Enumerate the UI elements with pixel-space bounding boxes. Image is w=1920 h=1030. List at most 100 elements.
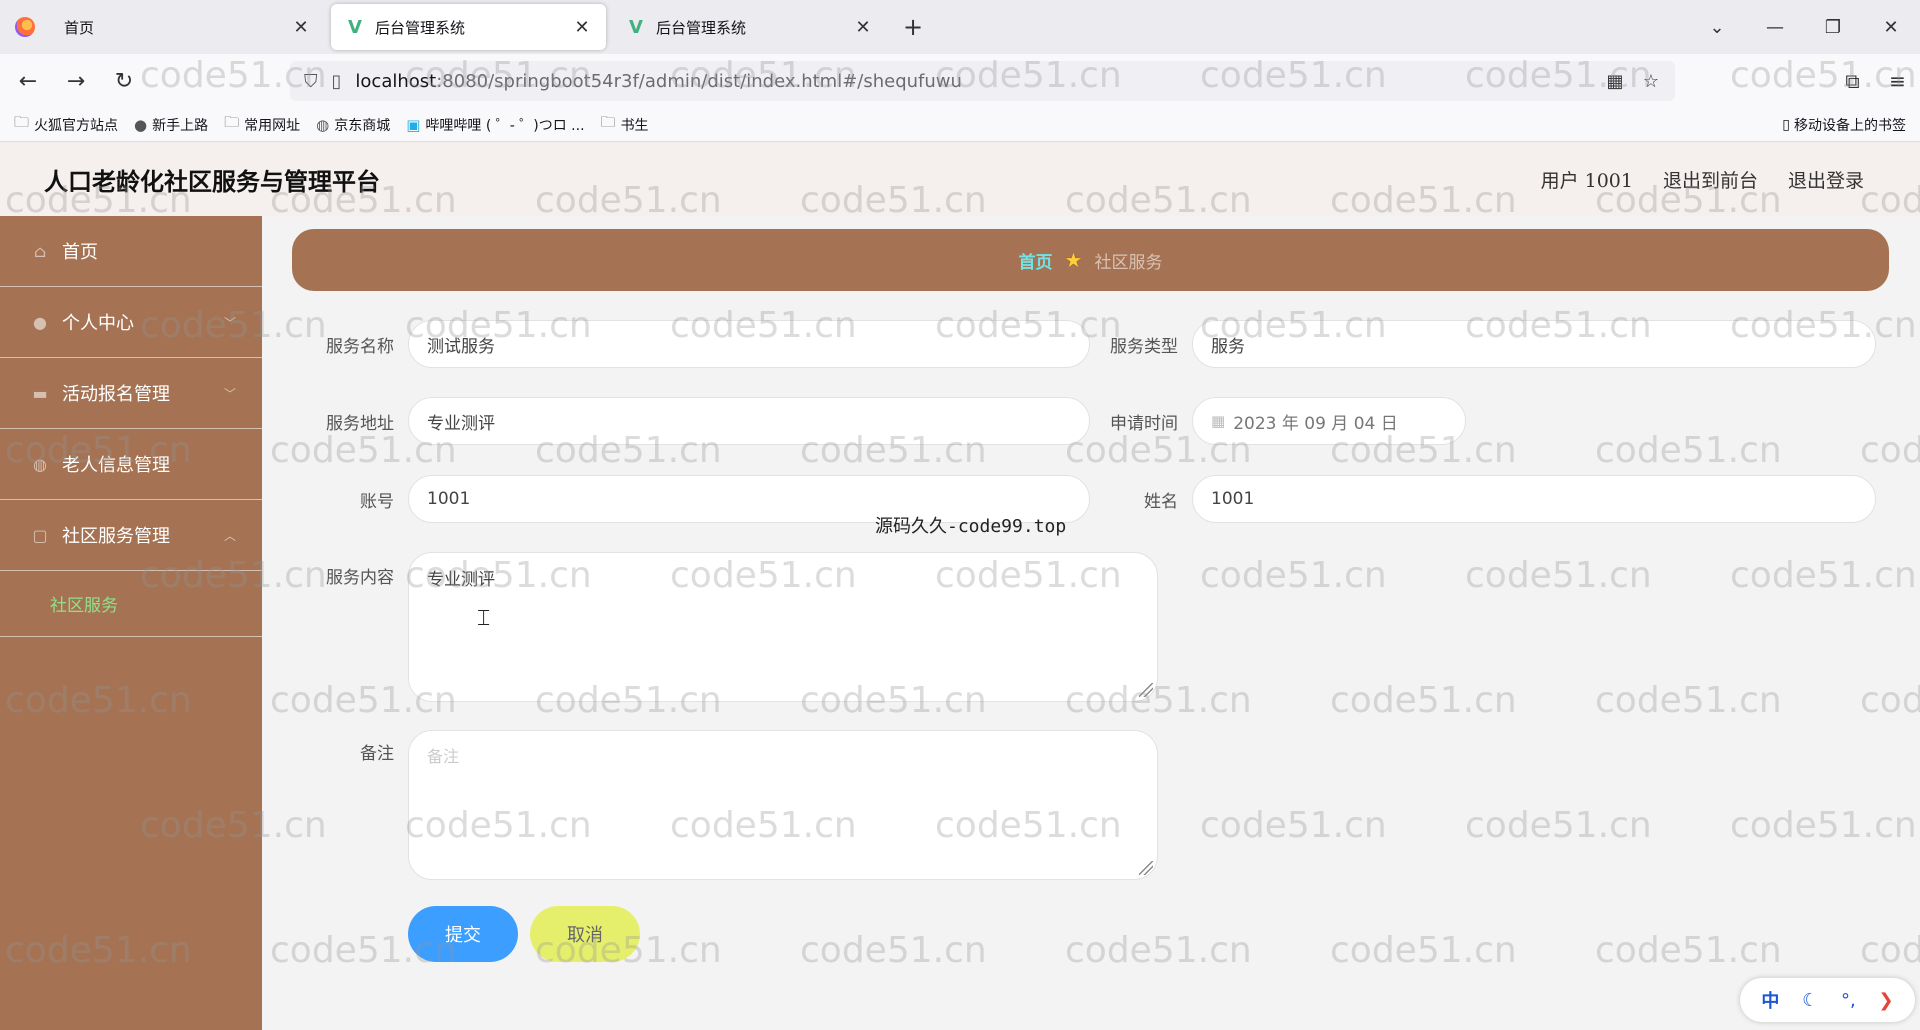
remark-label: 备注 (360, 744, 394, 764)
url-bar[interactable]: ⛉ ▯ localhost:8080/springboot54r3f/admin… (290, 61, 1675, 101)
chevron-down-icon: ﹀ (223, 386, 236, 401)
service-content-value: 专业测评 (427, 570, 495, 590)
overlay-watermark-text: 源码久久-code99.top (875, 516, 1067, 537)
bookmark-label: 火狐官方站点 (34, 117, 119, 134)
tab-title: 首页 (64, 18, 95, 37)
ime-toolbar[interactable]: 中 ☾ °, ❯ (1740, 978, 1915, 1022)
sidebar-item-home[interactable]: ⌂ 首页 (0, 216, 262, 287)
remark-textarea[interactable]: 备注 (408, 730, 1158, 880)
browser-tab-2[interactable]: V 后台管理系统 ✕ (331, 4, 606, 50)
reload-icon[interactable]: ↻ (104, 61, 144, 101)
forward-icon[interactable]: → (56, 61, 96, 101)
bookmark-label: 移动设备上的书签 (1794, 118, 1906, 134)
url-host: localhost (355, 70, 437, 92)
service-address-input[interactable]: 专业测评 (408, 397, 1090, 445)
bookmark-item[interactable]: ▣ 哔哩哔哩 ( ゜- ゜)つロ ... (406, 115, 584, 135)
bookmark-label: 书生 (620, 117, 649, 134)
calendar-icon: ▦ (1211, 412, 1226, 430)
exit-to-front-link[interactable]: 退出到前台 (1663, 166, 1758, 193)
bookmark-item[interactable]: 🗀 火狐官方站点 (14, 112, 118, 137)
bookmark-item[interactable]: ● 新手上路 (134, 115, 208, 135)
menu-icon[interactable]: ≡ (1875, 69, 1920, 93)
sidebar-item-personal-center[interactable]: ● 个人中心 ﹀ (0, 287, 262, 358)
sidebar-item-community-service[interactable]: ▢ 社区服务管理 ︿ (0, 500, 262, 571)
mobile-icon: ▯ (1782, 117, 1790, 133)
firefox-icon: ● (134, 115, 148, 134)
main-content: 首页 ★ 社区服务 服务名称 测试服务 服务类型 服务 服务地址 专业测评 申请… (262, 216, 1920, 1030)
moon-icon[interactable]: ☾ (1802, 990, 1818, 1011)
firefox-icon[interactable] (0, 0, 50, 54)
service-content-textarea[interactable]: 专业测评 (408, 552, 1158, 702)
back-icon[interactable]: ← (8, 61, 48, 101)
browser-navbar: ← → ↻ ⛉ ▯ localhost:8080/springboot54r3f… (0, 54, 1920, 108)
tab-title: 后台管理系统 (375, 18, 466, 37)
apply-time-value: 2023 年 09 月 04 日 (1233, 413, 1398, 434)
sidebar-item-elderly[interactable]: ◍ 老人信息管理 (0, 429, 262, 500)
new-tab-button[interactable]: + (893, 4, 933, 50)
restore-icon[interactable]: ❐ (1804, 17, 1862, 38)
bookmark-item[interactable]: 🗀 常用网址 (224, 112, 300, 137)
vue-icon: V (629, 16, 643, 38)
chevron-right-icon[interactable]: ❯ (1879, 990, 1894, 1011)
browser-tab-1[interactable]: 首页 ✕ (50, 4, 325, 50)
browser-tab-3[interactable]: V 后台管理系统 ✕ (612, 4, 887, 50)
sidebar-item-label: 活动报名管理 (62, 384, 170, 405)
bookmark-label: 常用网址 (244, 117, 301, 134)
remark-placeholder: 备注 (427, 747, 460, 766)
window-controls: ⌄ — ❐ ✕ (1688, 0, 1920, 54)
account-label: 账号 (360, 492, 394, 512)
tab-title: 后台管理系统 (656, 18, 747, 37)
globe-icon: ◍ (316, 115, 330, 134)
bookmark-label: 新手上路 (152, 117, 209, 134)
briefcase-icon: ▬ (32, 383, 48, 403)
close-icon[interactable]: ✕ (853, 17, 873, 38)
bookmark-star-icon[interactable]: ☆ (1633, 71, 1669, 92)
list-tabs-icon[interactable]: ⌄ (1688, 17, 1746, 38)
bookmark-label: 哔哩哔哩 ( ゜- ゜)つロ ... (425, 117, 585, 134)
bilibili-icon: ▣ (406, 115, 421, 134)
folder-icon: 🗀 (14, 113, 30, 131)
sidebar-item-label: 首页 (62, 242, 98, 263)
ime-language[interactable]: 中 (1761, 987, 1779, 1013)
star-icon: ★ (1064, 248, 1083, 272)
chevron-up-icon: ︿ (223, 528, 236, 543)
sidebar-item-label: 老人信息管理 (62, 455, 170, 476)
extensions-icon[interactable]: ⧉ (1830, 69, 1875, 93)
service-type-input[interactable]: 服务 (1192, 320, 1876, 368)
sidebar-item-activity[interactable]: ▬ 活动报名管理 ﹀ (0, 358, 262, 429)
qr-code-icon[interactable]: ▦ (1597, 71, 1633, 92)
service-name-label: 服务名称 (326, 337, 394, 357)
mobile-bookmarks[interactable]: ▯ 移动设备上的书签 (1782, 108, 1906, 142)
chevron-down-icon: ﹀ (223, 315, 236, 330)
folder-icon: 🗀 (600, 113, 616, 131)
bookmark-item[interactable]: ◍ 京东商城 (316, 115, 390, 135)
window-close-icon[interactable]: ✕ (1862, 17, 1920, 38)
punctuation-icon[interactable]: °, (1841, 990, 1856, 1011)
close-icon[interactable]: ✕ (291, 17, 311, 38)
page-icon[interactable]: ▯ (332, 71, 342, 92)
vue-icon: V (348, 16, 362, 38)
minimize-icon[interactable]: — (1746, 17, 1804, 38)
logout-link[interactable]: 退出登录 (1788, 166, 1864, 193)
folder-icon: 🗀 (224, 113, 240, 131)
service-address-label: 服务地址 (326, 414, 394, 434)
service-type-label: 服务类型 (1110, 337, 1178, 357)
submit-button[interactable]: 提交 (408, 906, 518, 962)
close-icon[interactable]: ✕ (572, 17, 592, 38)
bookmark-item[interactable]: 🗀 书生 (601, 112, 649, 137)
resize-handle[interactable] (1139, 861, 1153, 875)
browser-tabbar: 首页 ✕ V 后台管理系统 ✕ V 后台管理系统 ✕ + ⌄ — ❐ ✕ (0, 0, 1920, 54)
service-content-label: 服务内容 (326, 568, 394, 588)
breadcrumb-home[interactable]: 首页 (1019, 248, 1053, 273)
name-input[interactable]: 1001 (1192, 475, 1876, 523)
shield-icon[interactable]: ⛉ (304, 71, 318, 92)
user-icon: ● (33, 312, 47, 332)
apply-time-picker[interactable]: ▦ 2023 年 09 月 04 日 (1192, 397, 1466, 445)
service-name-input[interactable]: 测试服务 (408, 320, 1090, 368)
resize-handle[interactable] (1139, 683, 1153, 697)
user-label: 用户 1001 (1540, 169, 1633, 192)
sidebar-subitem-community-service[interactable]: 社区服务 (0, 571, 262, 637)
cancel-button[interactable]: 取消 (530, 906, 640, 962)
square-icon: ▢ (32, 525, 48, 545)
app-title: 人口老龄化社区服务与管理平台 (44, 166, 380, 196)
